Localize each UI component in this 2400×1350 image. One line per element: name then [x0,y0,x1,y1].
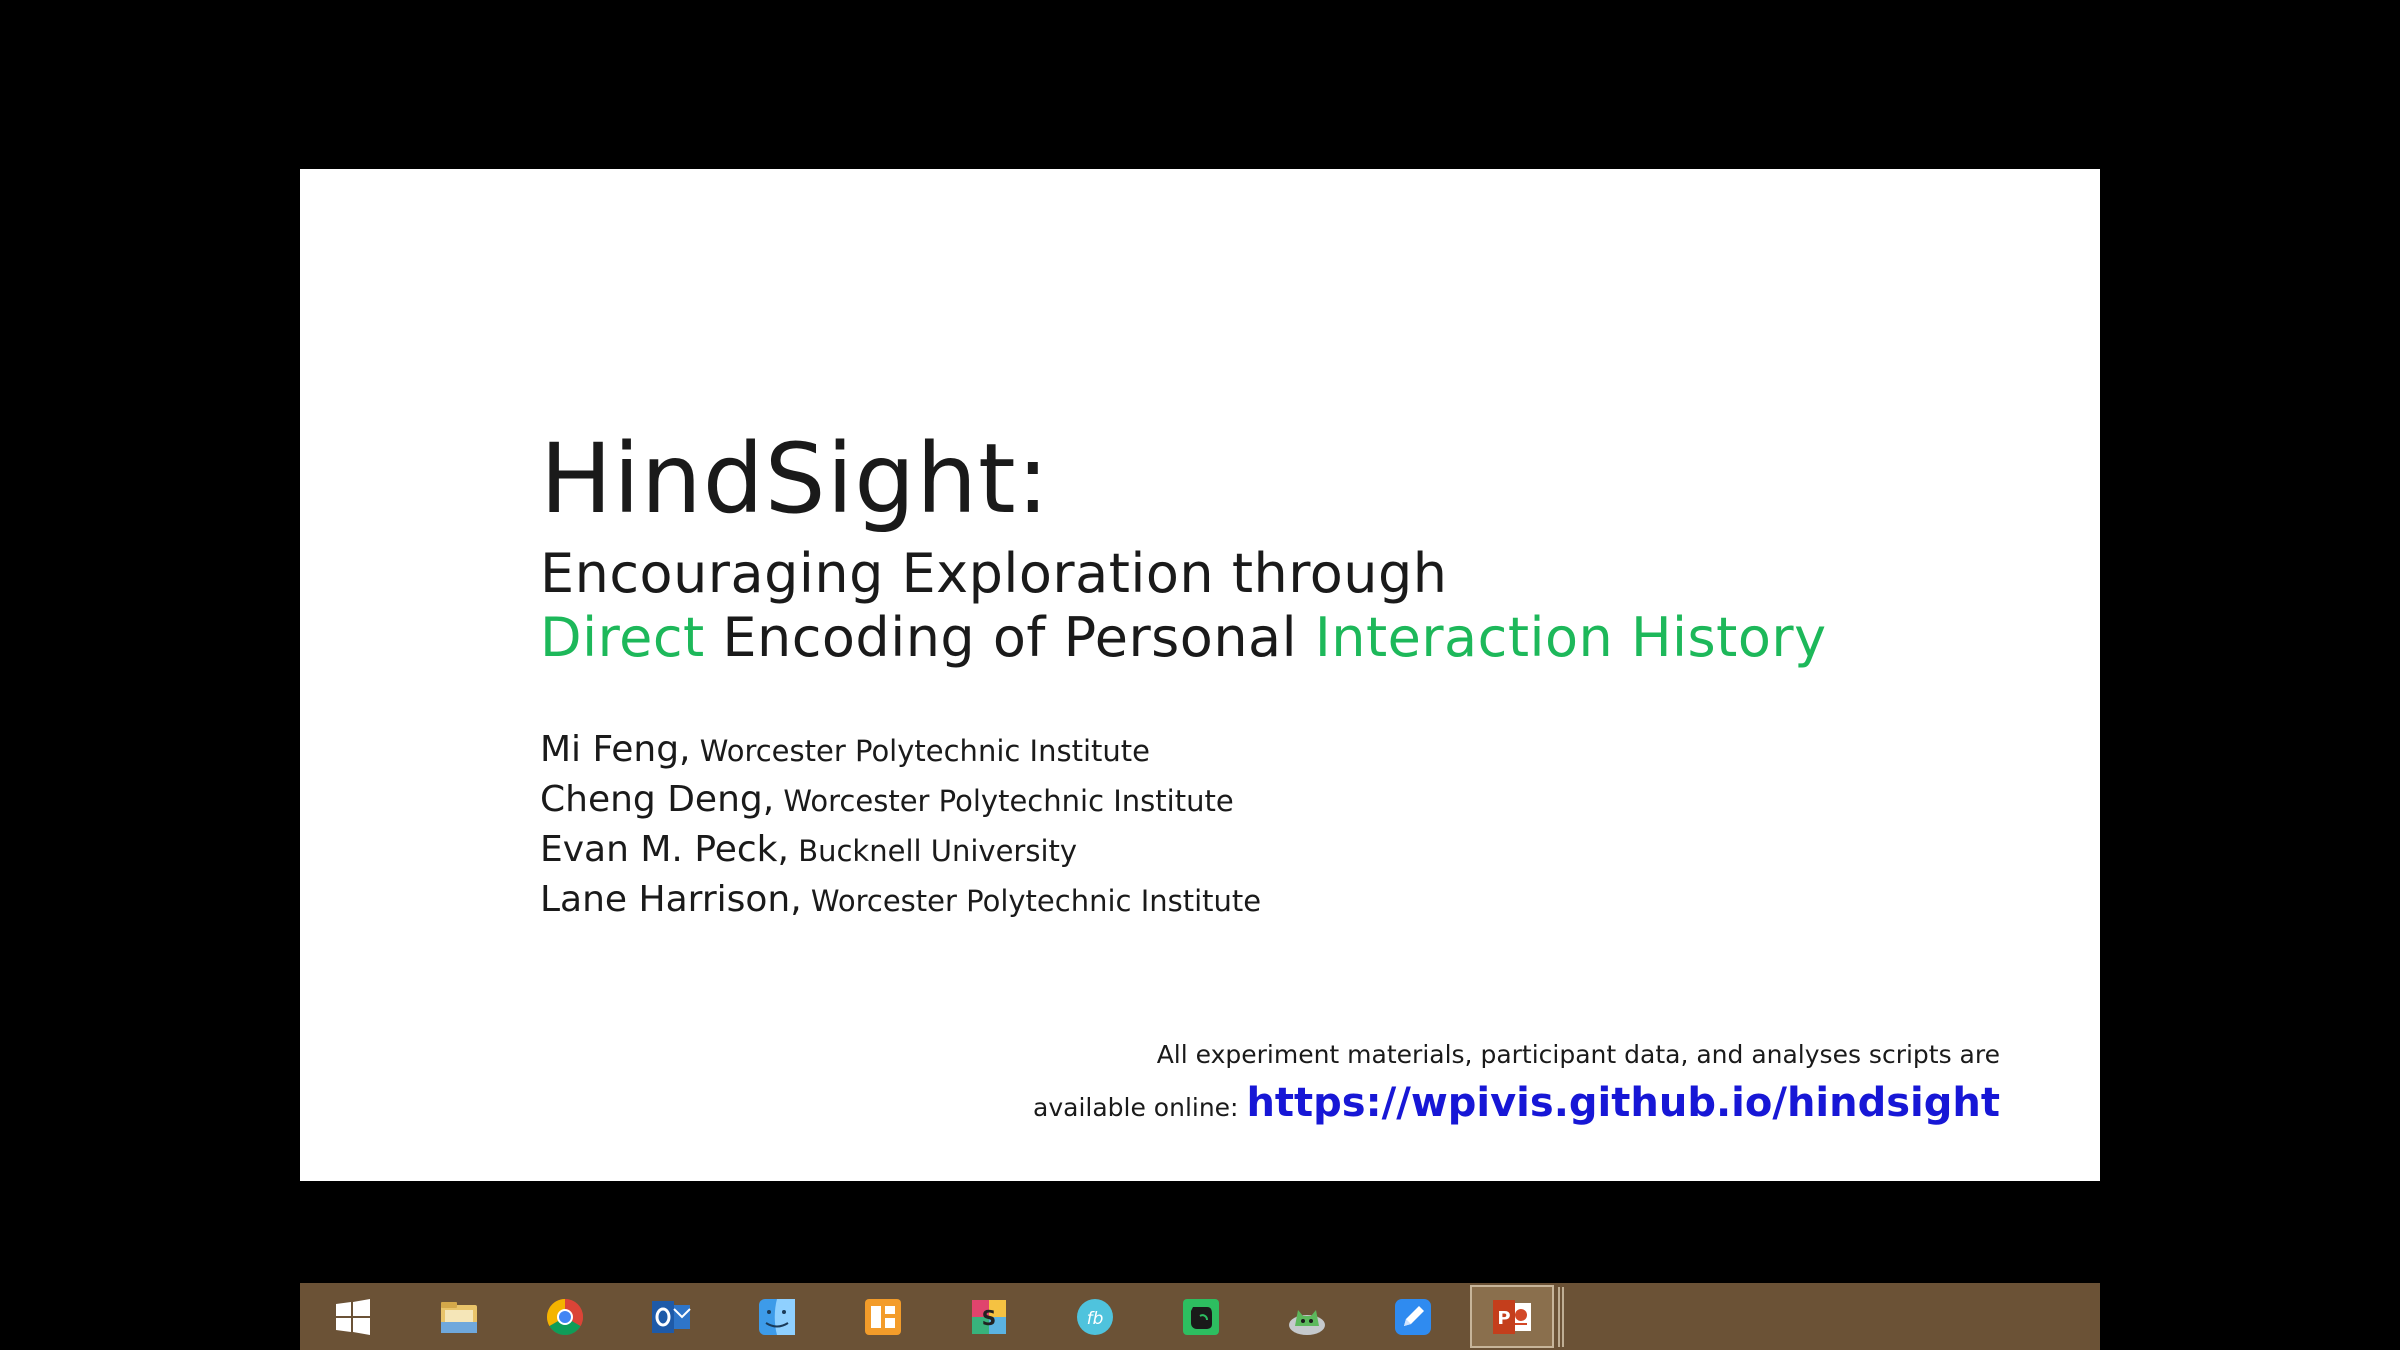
author-name: Lane Harrison, [540,879,802,920]
taskbar-chrome[interactable] [512,1283,618,1350]
powerpoint-icon: P [1493,1299,1531,1334]
screen: HindSight: Encouraging Exploration throu… [0,0,2400,1350]
author-name: Evan M. Peck, [540,829,789,870]
materials-note-prefix: available online: [1033,1093,1247,1122]
outlook-icon [652,1300,691,1333]
presentation-slide: HindSight: Encouraging Exploration throu… [300,169,2100,1181]
windows-start-icon [336,1298,370,1335]
materials-link[interactable]: https://wpivis.github.io/hindsight [1246,1080,2000,1126]
author-list: Mi Feng, Worcester Polytechnic Institute… [540,729,1261,929]
slide-title: HindSight: [540,423,1051,535]
fb-circle-app-icon: fb [1077,1298,1113,1335]
evernote-icon [1183,1298,1219,1335]
author-entry: Lane Harrison, Worcester Polytechnic Ins… [540,879,1261,929]
subtitle-middle-text: Encoding of Personal [704,606,1315,669]
materials-note-line2: available online: https://wpivis.github.… [1033,1079,2000,1132]
svg-text:P: P [1497,1308,1510,1329]
chrome-icon [546,1298,584,1335]
slide-subtitle-line1: Encouraging Exploration through [540,542,1448,605]
subtitle-highlight-interaction-history: Interaction History [1314,606,1827,669]
taskbar-orange-app[interactable] [830,1283,936,1350]
blue-pen-app-icon [1395,1298,1431,1335]
taskbar-s-app[interactable]: S [936,1283,1042,1350]
taskbar-pen-app[interactable] [1360,1283,1466,1350]
taskbar-file-explorer[interactable] [406,1283,512,1350]
file-explorer-icon [441,1301,477,1333]
slide-subtitle-line2: Direct Encoding of Personal Interaction … [540,611,1827,665]
author-entry: Mi Feng, Worcester Polytechnic Institute [540,729,1261,779]
author-name: Mi Feng, [540,729,691,770]
author-affiliation: Bucknell University [788,834,1078,868]
materials-note: All experiment materials, participant da… [1033,1031,2000,1132]
taskbar-show-desktop[interactable] [1558,1286,1564,1347]
green-cat-app-icon [1289,1309,1325,1335]
orange-app-icon [865,1298,901,1335]
finder-style-app-icon [759,1298,795,1335]
taskbar-evernote[interactable] [1148,1283,1254,1350]
taskbar-finder-app[interactable] [724,1283,830,1350]
author-affiliation: Worcester Polytechnic Institute [774,784,1234,818]
windows-taskbar: S fb P [300,1283,2100,1350]
author-name: Cheng Deng, [540,779,775,820]
author-entry: Evan M. Peck, Bucknell University [540,829,1261,879]
taskbar-cat-app[interactable] [1254,1283,1360,1350]
taskbar-outlook[interactable] [618,1283,724,1350]
svg-text:S: S [982,1306,996,1330]
taskbar-fb-app[interactable]: fb [1042,1283,1148,1350]
taskbar-start-button[interactable] [300,1283,406,1350]
materials-note-line1: All experiment materials, participant da… [1156,1040,2000,1069]
slack-style-app-icon: S [972,1299,1006,1334]
svg-text:fb: fb [1087,1309,1104,1329]
author-entry: Cheng Deng, Worcester Polytechnic Instit… [540,779,1261,829]
subtitle-highlight-direct: Direct [540,606,705,669]
author-affiliation: Worcester Polytechnic Institute [690,734,1150,768]
taskbar-powerpoint[interactable]: P [1470,1285,1554,1348]
author-affiliation: Worcester Polytechnic Institute [801,884,1262,918]
